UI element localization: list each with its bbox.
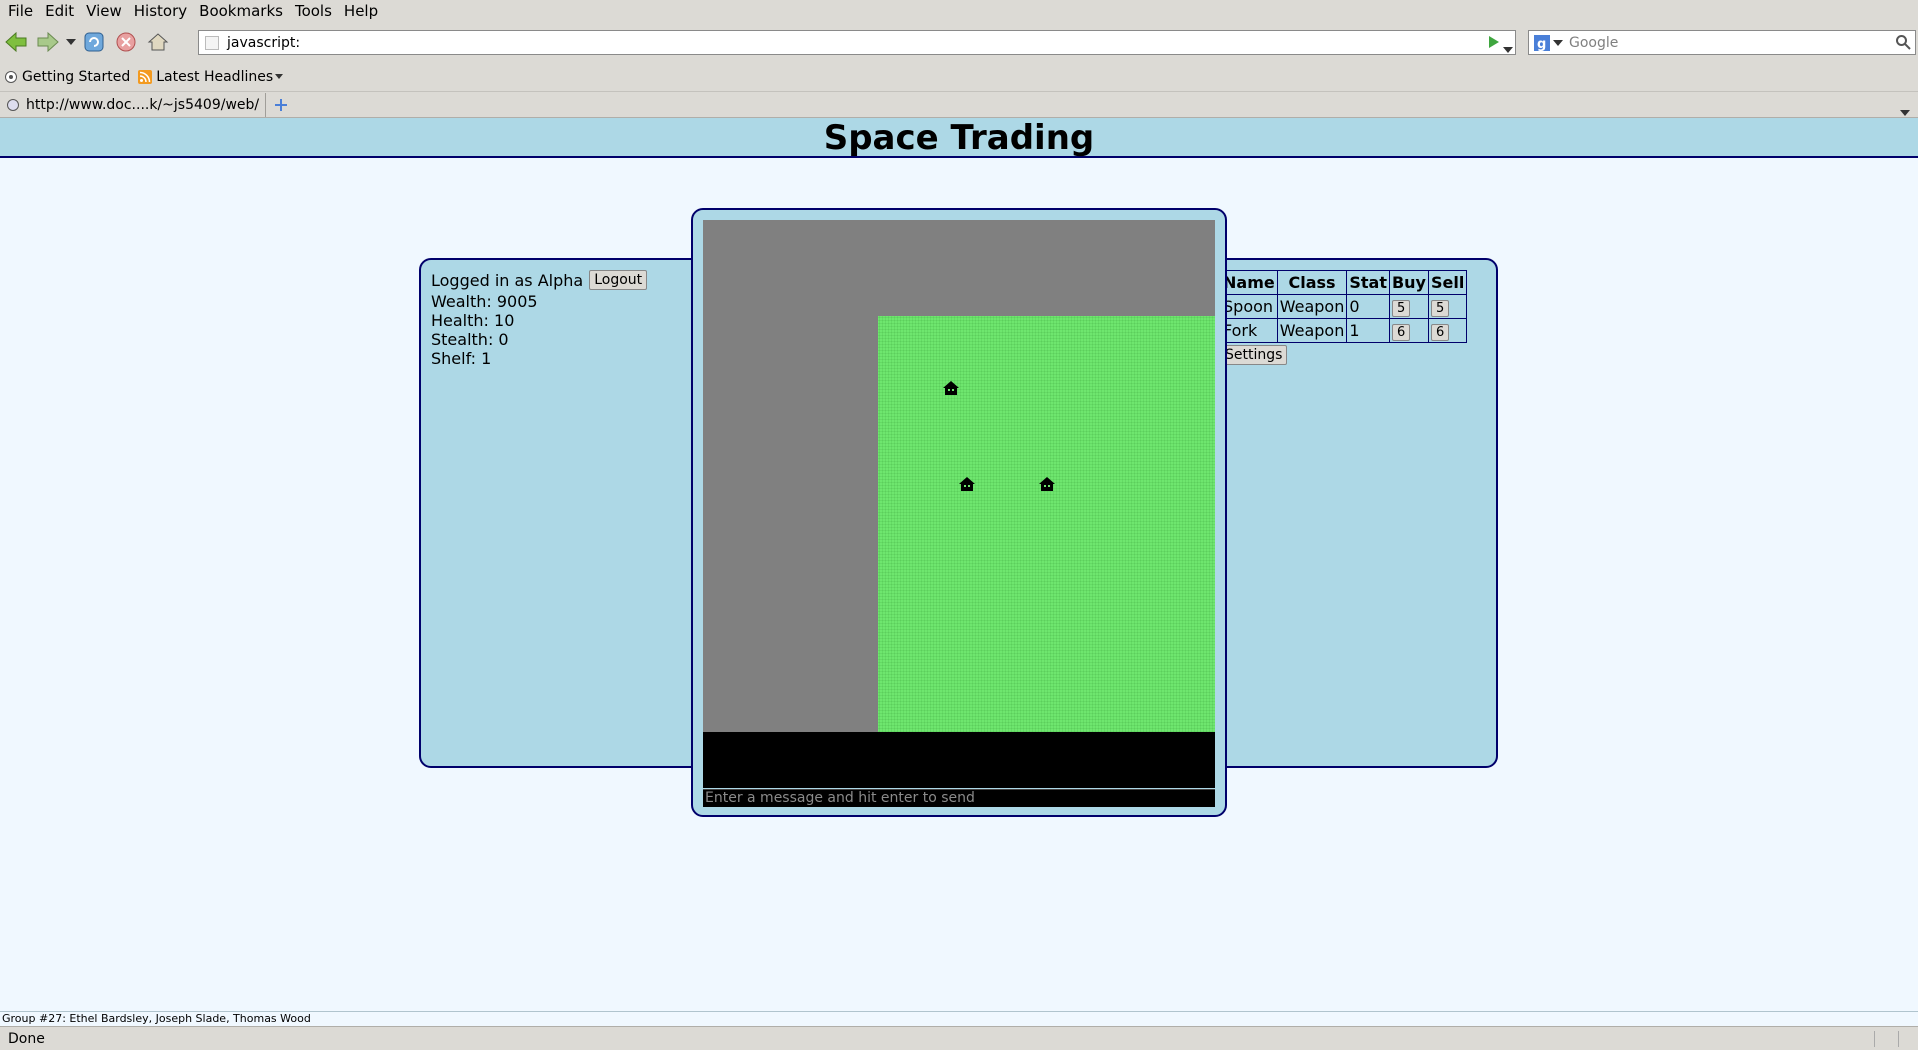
- navigation-toolbar: javascript: g Google: [0, 22, 1918, 62]
- menu-view[interactable]: View: [80, 1, 128, 21]
- item-class: Weapon: [1276, 294, 1348, 319]
- search-placeholder: Google: [1569, 34, 1619, 51]
- history-dropdown-button[interactable]: [64, 26, 78, 58]
- building-icon[interactable]: [942, 380, 960, 396]
- tab-label: http://www.doc....k/~js5409/web/: [26, 96, 260, 113]
- menu-file[interactable]: File: [2, 1, 39, 21]
- stop-icon: [116, 32, 136, 52]
- url-text: javascript:: [227, 34, 301, 51]
- column-header-name: Name: [1220, 270, 1278, 295]
- bookmark-latest-headlines[interactable]: Latest Headlines: [138, 68, 284, 85]
- login-row: Logged in as Alpha Logout: [431, 270, 697, 290]
- url-dropdown-icon[interactable]: [1503, 39, 1513, 57]
- game-map[interactable]: [703, 220, 1215, 732]
- buy-cell: 5: [1388, 294, 1429, 319]
- stop-button[interactable]: [110, 26, 142, 58]
- shop-panel: Name Class Stat Buy Sell Spoon Weapon 0 …: [1210, 258, 1498, 768]
- column-header-sell: Sell: [1427, 270, 1468, 295]
- search-icon[interactable]: [1895, 34, 1911, 54]
- forward-button[interactable]: [32, 26, 64, 58]
- svg-text:g: g: [1537, 37, 1546, 52]
- go-icon[interactable]: [1487, 34, 1501, 54]
- shelf-stat: Shelf: 1: [431, 349, 492, 368]
- search-bar[interactable]: g Google: [1528, 30, 1916, 55]
- page-icon: [205, 36, 219, 50]
- bookmarks-toolbar: Getting Started Latest Headlines: [0, 62, 1918, 92]
- column-header-buy: Buy: [1388, 270, 1429, 295]
- page-title: Space Trading: [823, 118, 1095, 158]
- footer-credits: Group #27: Ethel Bardsley, Joseph Slade,…: [0, 1011, 1918, 1025]
- page-header: Space Trading: [0, 118, 1918, 158]
- buy-cell: 6: [1388, 318, 1429, 343]
- health-stat: Health: 10: [431, 311, 515, 330]
- item-stat: 1: [1346, 318, 1390, 343]
- chevron-down-icon: [1900, 110, 1910, 116]
- bookmark-getting-started[interactable]: Getting Started: [4, 69, 130, 85]
- sell-cell: 5: [1427, 294, 1468, 319]
- plus-icon: [275, 98, 288, 111]
- new-tab-button[interactable]: [274, 98, 288, 112]
- search-engine-icon[interactable]: g: [1533, 34, 1563, 52]
- chat-log: [703, 732, 1215, 788]
- menu-bookmarks[interactable]: Bookmarks: [193, 1, 289, 21]
- item-name: Fork: [1220, 318, 1278, 343]
- buy-button[interactable]: 5: [1391, 299, 1411, 317]
- bookmark-label: Getting Started: [22, 68, 131, 85]
- player-stats-panel: Logged in as Alpha Logout Wealth: 9005 H…: [419, 258, 709, 768]
- sell-button[interactable]: 5: [1430, 299, 1450, 317]
- settings-button[interactable]: Settings: [1220, 345, 1288, 365]
- item-class: Weapon: [1276, 318, 1348, 343]
- items-table: Name Class Stat Buy Sell Spoon Weapon 0 …: [1220, 270, 1468, 343]
- building-icon[interactable]: [958, 476, 976, 492]
- reload-button[interactable]: [78, 26, 110, 58]
- table-row: Spoon Weapon 0 5 5: [1220, 294, 1468, 319]
- column-header-stat: Stat: [1346, 270, 1390, 295]
- table-header-row: Name Class Stat Buy Sell: [1220, 270, 1468, 295]
- chat-input[interactable]: [703, 788, 1215, 807]
- building-icon[interactable]: [1038, 476, 1056, 492]
- menu-help[interactable]: Help: [338, 1, 384, 21]
- buy-button[interactable]: 6: [1391, 323, 1411, 341]
- resize-grip-icon[interactable]: [1898, 1031, 1914, 1047]
- status-text: Done: [8, 1030, 45, 1047]
- sell-cell: 6: [1427, 318, 1468, 343]
- menu-bar: File Edit View History Bookmarks Tools H…: [0, 0, 1918, 22]
- back-button[interactable]: [0, 26, 32, 58]
- rss-feed-icon: [138, 69, 153, 84]
- reload-icon: [84, 32, 104, 52]
- bookmark-label: Latest Headlines: [156, 68, 274, 85]
- table-row: Fork Weapon 1 6 6: [1220, 318, 1468, 343]
- stealth-stat: Stealth: 0: [431, 330, 509, 349]
- forward-arrow-icon: [37, 31, 59, 53]
- back-arrow-icon: [5, 31, 27, 53]
- game-panel: [691, 208, 1227, 817]
- chevron-down-icon: [275, 74, 284, 79]
- tab-bar: http://www.doc....k/~js5409/web/: [0, 92, 1918, 118]
- url-bar[interactable]: javascript:: [198, 30, 1516, 55]
- chevron-down-icon: [66, 39, 76, 45]
- bookmark-page-icon: [5, 70, 17, 83]
- tab-current[interactable]: http://www.doc....k/~js5409/web/: [0, 92, 267, 117]
- menu-edit[interactable]: Edit: [39, 1, 80, 21]
- wealth-stat: Wealth: 9005: [431, 292, 538, 311]
- item-stat: 0: [1346, 294, 1390, 319]
- status-icon: [1874, 1031, 1890, 1047]
- menu-history[interactable]: History: [128, 1, 193, 21]
- logged-in-label: Logged in as Alpha: [431, 270, 584, 290]
- column-header-class: Class: [1276, 270, 1348, 295]
- page-favicon-icon: [7, 98, 19, 111]
- sell-button[interactable]: 6: [1430, 323, 1450, 341]
- menu-tools[interactable]: Tools: [289, 1, 338, 21]
- logout-button[interactable]: Logout: [589, 270, 648, 290]
- home-button[interactable]: [142, 26, 174, 58]
- item-name: Spoon: [1220, 294, 1278, 319]
- grass-terrain: [878, 316, 1215, 732]
- home-icon: [147, 33, 169, 51]
- status-bar: Done: [0, 1026, 1918, 1050]
